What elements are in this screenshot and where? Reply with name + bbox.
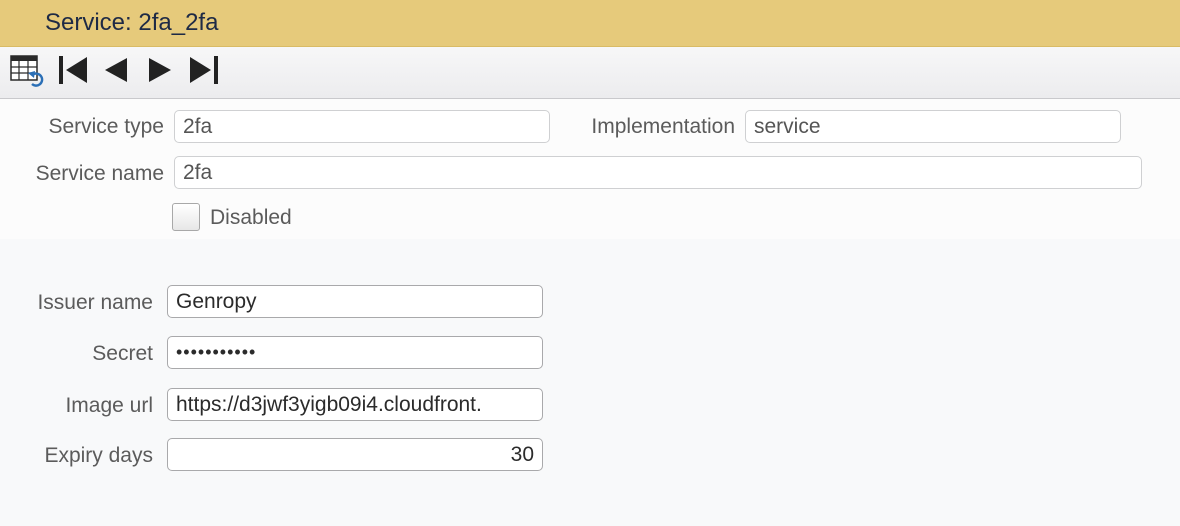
next-record-icon[interactable] xyxy=(144,53,176,87)
disabled-checkbox[interactable] xyxy=(172,203,200,231)
secret-label: Secret xyxy=(92,342,153,365)
image-url-input[interactable]: https://d3jwf3yigb09i4.cloudfront. xyxy=(167,388,543,421)
service-type-label: Service type xyxy=(48,115,164,138)
issuer-name-input[interactable]: Genropy xyxy=(167,285,543,318)
record-navigation-toolbar xyxy=(0,47,1180,99)
table-view-icon[interactable] xyxy=(8,53,48,87)
issuer-name-label: Issuer name xyxy=(37,291,153,314)
expiry-days-input[interactable]: 30 xyxy=(167,438,543,471)
page-title: Service: 2fa_2fa xyxy=(45,9,219,36)
service-type-field: 2fa xyxy=(174,110,550,143)
title-bar: Service: 2fa_2fa xyxy=(0,0,1180,47)
previous-record-icon[interactable] xyxy=(100,53,132,87)
implementation-label: Implementation xyxy=(591,115,735,138)
service-name-field: 2fa xyxy=(174,156,1142,189)
secret-input[interactable]: ••••••••••• xyxy=(167,336,543,369)
disabled-label[interactable]: Disabled xyxy=(210,206,292,230)
service-parameters-panel xyxy=(0,239,1180,526)
expiry-days-label: Expiry days xyxy=(44,444,153,467)
first-record-icon[interactable] xyxy=(56,53,92,87)
service-name-label: Service name xyxy=(35,162,164,185)
implementation-field: service xyxy=(745,110,1121,143)
last-record-icon[interactable] xyxy=(186,53,222,87)
image-url-label: Image url xyxy=(65,394,153,417)
